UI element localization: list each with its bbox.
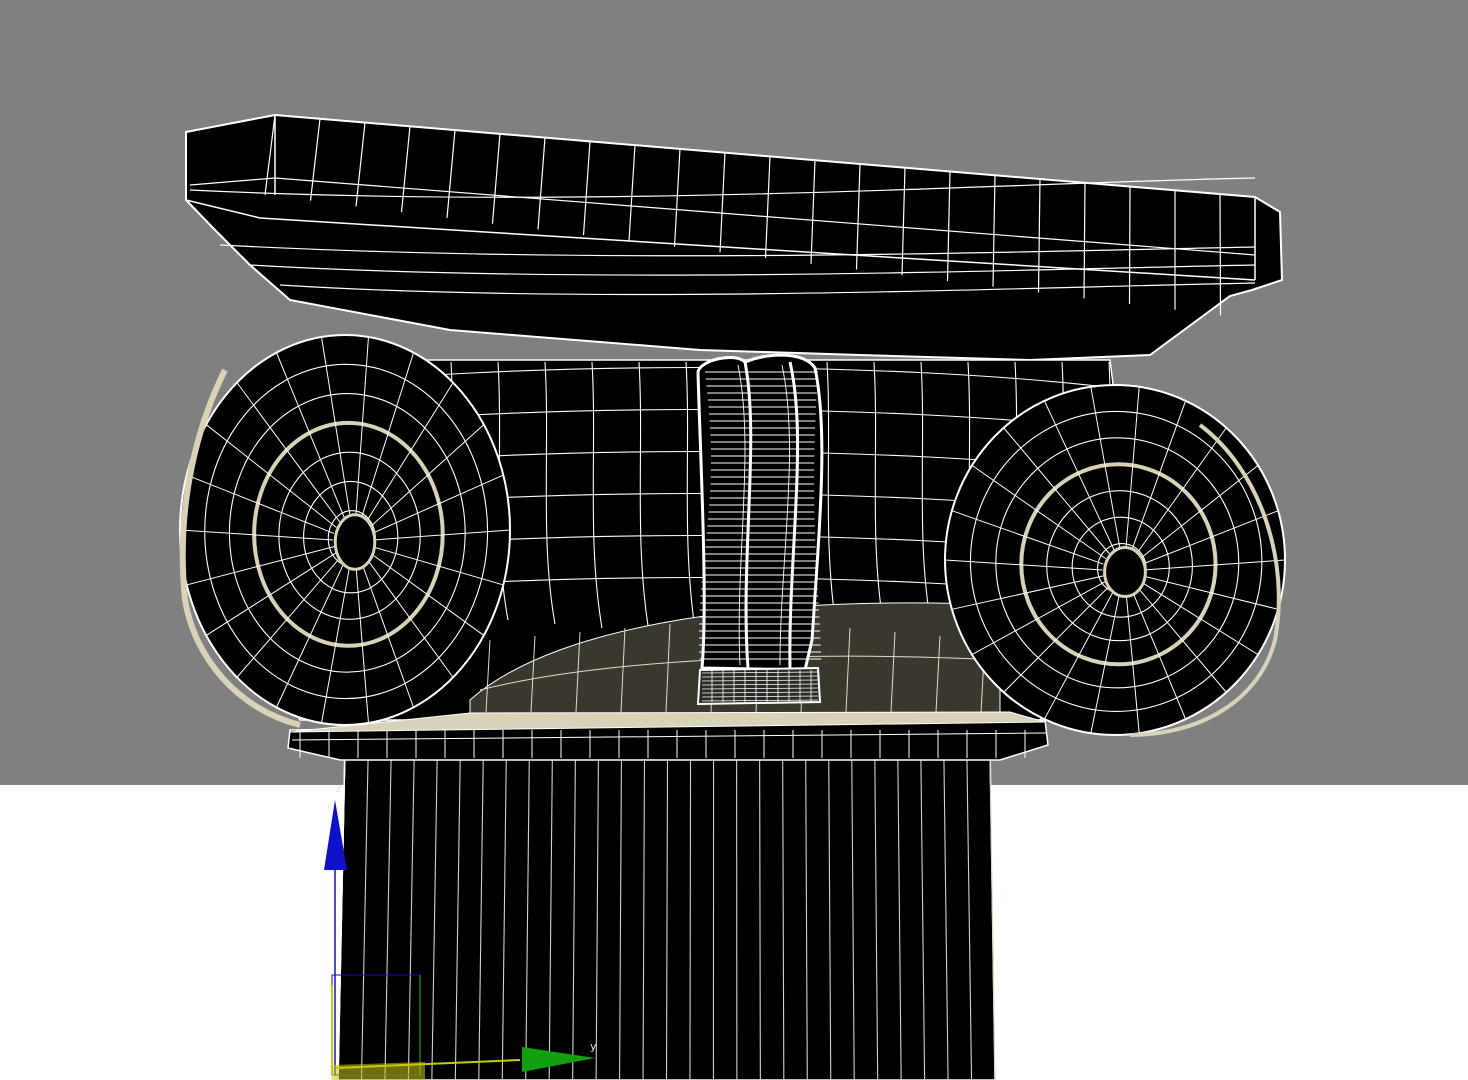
ionic-capital-wireframe-model[interactable]: z y <box>0 0 1468 1080</box>
gizmo-plane-fill <box>332 1062 425 1080</box>
right-volute <box>944 384 1286 737</box>
gizmo-z-label: z <box>336 782 342 795</box>
column-shaft <box>337 744 996 1080</box>
left-volute <box>179 334 511 728</box>
central-leaf-ornament <box>696 353 824 706</box>
3d-viewport[interactable]: z y <box>0 0 1468 1080</box>
gizmo-y-label: y <box>590 1040 597 1053</box>
